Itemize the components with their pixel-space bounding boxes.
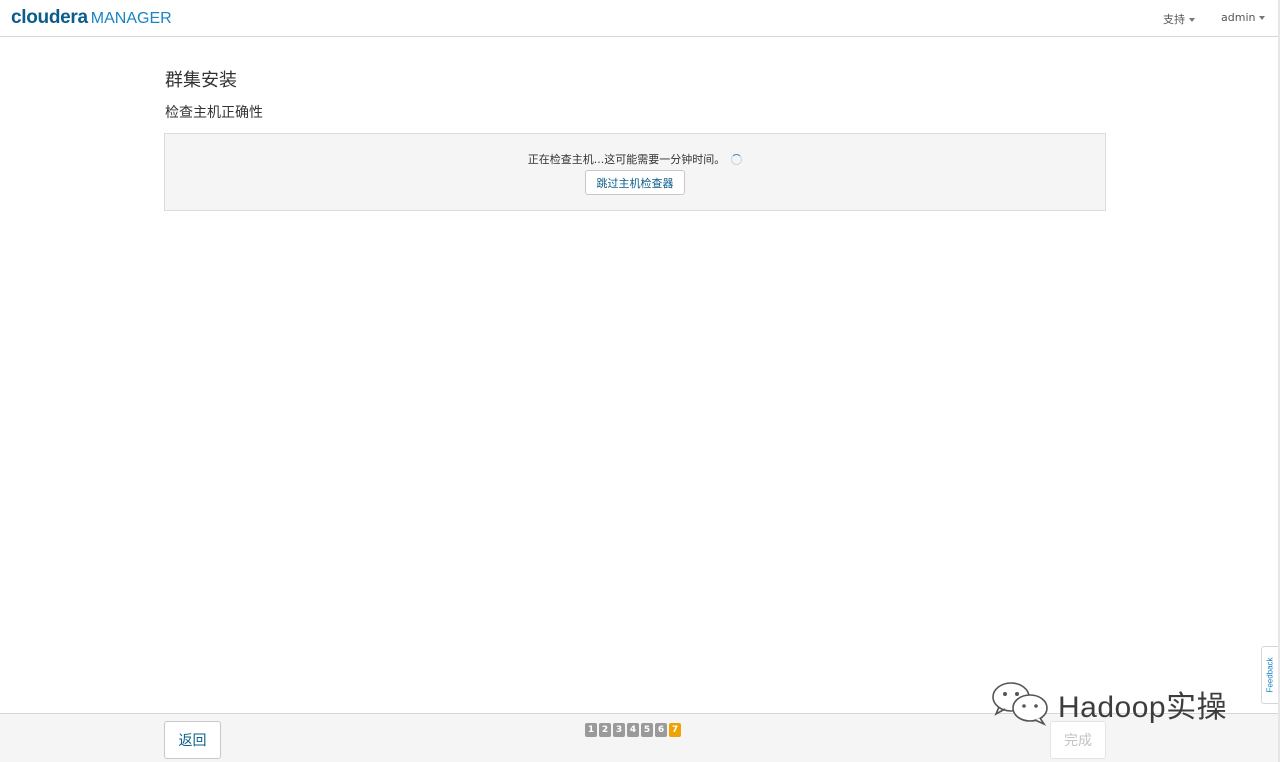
wizard-step-2: 2 <box>599 723 611 737</box>
feedback-label: Feedback <box>1265 657 1275 693</box>
wizard-steps: 1234567 <box>585 723 681 737</box>
support-menu-label: 支持 <box>1163 13 1185 26</box>
wizard-step-6: 6 <box>655 723 667 737</box>
wizard-step-1: 1 <box>585 723 597 737</box>
brand-manager-text: MANAGER <box>90 10 172 27</box>
user-menu-label: admin <box>1221 11 1256 24</box>
wizard-step-4: 4 <box>627 723 639 737</box>
wizard-step-3: 3 <box>613 723 625 737</box>
finish-button[interactable]: 完成 <box>1050 721 1106 759</box>
chevron-down-icon <box>1189 18 1195 22</box>
skip-host-inspector-button[interactable]: 跳过主机检查器 <box>585 170 685 195</box>
wizard-step-5: 5 <box>641 723 653 737</box>
host-inspector-panel: 正在检查主机...这可能需要一分钟时间。 跳过主机检查器 <box>164 133 1106 211</box>
back-button[interactable]: 返回 <box>164 721 221 759</box>
chevron-down-icon <box>1259 16 1266 20</box>
page-title: 群集安装 <box>165 70 237 91</box>
support-menu[interactable]: 支持 <box>1163 11 1195 27</box>
brand-cloudera-text: cloudera <box>11 7 88 28</box>
user-menu[interactable]: admin <box>1221 11 1266 24</box>
status-message: 正在检查主机...这可能需要一分钟时间。 <box>527 153 726 166</box>
loading-spinner-icon <box>731 154 743 165</box>
wizard-step-7: 7 <box>669 723 681 737</box>
feedback-tab[interactable]: Feedback <box>1261 646 1278 704</box>
status-line: 正在检查主机...这可能需要一分钟时间。 <box>165 151 1105 167</box>
top-navbar: cloudera MANAGER 支持 admin <box>0 0 1278 37</box>
wizard-footer: 返回 1234567 完成 <box>0 713 1278 762</box>
page-subtitle: 检查主机正确性 <box>165 105 263 121</box>
cloudera-manager-logo[interactable]: cloudera MANAGER <box>11 6 172 31</box>
